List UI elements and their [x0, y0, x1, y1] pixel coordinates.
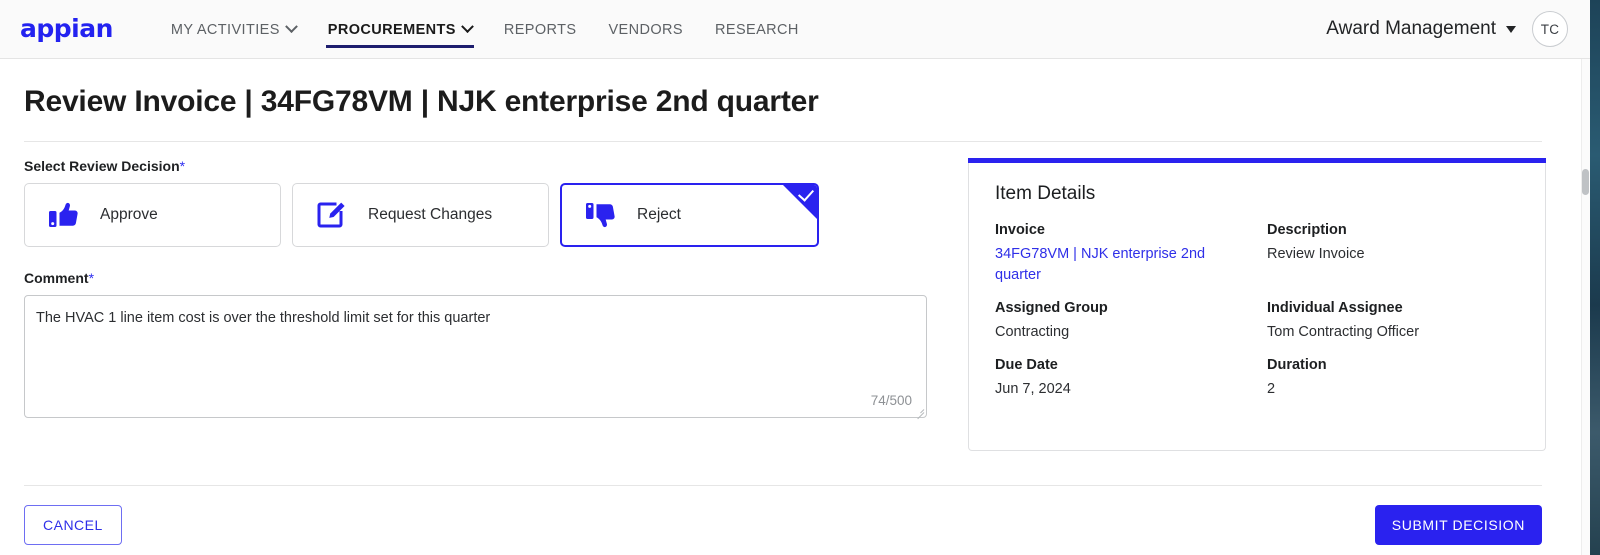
page-content: Review Invoice | 34FG78VM | NJK enterpri…	[0, 85, 1590, 545]
chevron-down-icon	[284, 20, 298, 34]
detail-value: 2	[1267, 381, 1276, 398]
details-column: Item Details Invoice 34FG78VM | NJK ente…	[968, 158, 1546, 451]
footer-divider	[24, 485, 1542, 486]
detail-label: Description	[1267, 222, 1347, 238]
edit-square-icon	[317, 202, 345, 228]
item-details-panel: Item Details Invoice 34FG78VM | NJK ente…	[968, 163, 1546, 451]
nav-item-label: PROCUREMENTS	[327, 21, 456, 38]
detail-label: Duration	[1267, 357, 1327, 374]
decision-card-reject[interactable]: Reject	[560, 183, 819, 247]
cancel-button[interactable]: CANCEL	[24, 505, 122, 545]
comment-label-text: Comment	[24, 270, 89, 286]
vertical-scrollbar-thumb[interactable]	[1582, 169, 1589, 195]
decision-card-label: Request Changes	[368, 206, 493, 223]
nav-item-label: VENDORS	[608, 21, 683, 38]
nav-item-label: REPORTS	[503, 21, 577, 38]
site-selector[interactable]: Award Management	[1326, 18, 1516, 40]
detail-value: Review Invoice	[1267, 246, 1365, 262]
decision-card-request-changes[interactable]: Request Changes	[292, 183, 549, 247]
comment-textarea[interactable]: The HVAC 1 line item cost is over the th…	[24, 295, 927, 420]
nav-right-group: Award Management TC	[1326, 11, 1568, 47]
detail-value: Contracting	[995, 324, 1070, 341]
chevron-down-icon	[460, 20, 474, 34]
page-title: Review Invoice | 34FG78VM | NJK enterpri…	[24, 85, 819, 118]
decision-card-approve[interactable]: Approve	[24, 183, 281, 247]
submit-decision-button[interactable]: SUBMIT DECISION	[1374, 505, 1542, 545]
detail-label: Assigned Group	[995, 300, 1108, 317]
detail-field-invoice: Invoice 34FG78VM | NJK enterprise 2nd qu…	[995, 222, 1267, 300]
caret-down-icon	[1506, 25, 1516, 33]
detail-field-duration: Duration 2	[1267, 357, 1519, 414]
nav-item-label: MY ACTIVITIES	[170, 21, 280, 38]
content-columns: Select Review Decision* Approve Request …	[24, 158, 1566, 451]
detail-field-description: Description Review Invoice	[1267, 222, 1519, 300]
footer-actions: CANCEL SUBMIT DECISION	[24, 505, 1542, 545]
title-divider	[24, 141, 1542, 142]
decision-field-label: Select Review Decision*	[24, 158, 949, 174]
screen: appian MY ACTIVITIES PROCUREMENTS REPORT…	[0, 0, 1600, 555]
thumbs-down-icon	[586, 203, 615, 228]
detail-label: Individual Assignee	[1267, 300, 1403, 317]
detail-field-individual-assignee: Individual Assignee Tom Contracting Offi…	[1267, 300, 1519, 357]
decision-card-group: Approve Request Changes Reject	[24, 183, 949, 247]
detail-label: Due Date	[995, 357, 1058, 374]
avatar[interactable]: TC	[1532, 11, 1568, 47]
nav-item-research[interactable]: RESEARCH	[699, 3, 815, 56]
vertical-scrollbar-track[interactable]	[1581, 59, 1590, 555]
comment-field-group: Comment* The HVAC 1 line item cost is ov…	[24, 270, 949, 420]
item-details-title: Item Details	[995, 183, 1096, 204]
nav-item-vendors[interactable]: VENDORS	[592, 3, 699, 56]
required-asterisk: *	[88, 270, 95, 286]
form-column: Select Review Decision* Approve Request …	[24, 158, 949, 451]
detail-field-assigned-group: Assigned Group Contracting	[995, 300, 1267, 357]
decision-label-text: Select Review Decision	[24, 158, 180, 174]
resize-handle[interactable]	[913, 404, 925, 420]
detail-value-link[interactable]: 34FG78VM | NJK enterprise 2nd quarter	[995, 244, 1227, 286]
required-asterisk: *	[179, 158, 186, 174]
decision-card-label: Approve	[100, 206, 158, 223]
detail-value: Tom Contracting Officer	[1267, 324, 1420, 341]
item-details-grid: Invoice 34FG78VM | NJK enterprise 2nd qu…	[995, 222, 1519, 414]
comment-textarea-value: The HVAC 1 line item cost is over the th…	[36, 310, 491, 326]
comment-field-label: Comment*	[24, 270, 949, 286]
decision-card-label: Reject	[637, 206, 681, 223]
nav-item-my-activities[interactable]: MY ACTIVITIES	[155, 3, 312, 56]
appian-logo[interactable]: appian	[20, 16, 113, 41]
detail-label: Invoice	[995, 222, 1045, 238]
thumbs-up-icon	[49, 202, 78, 227]
detail-field-due-date: Due Date Jun 7, 2024	[995, 357, 1267, 414]
character-counter: 74/500	[870, 393, 912, 408]
nav-item-reports[interactable]: REPORTS	[488, 3, 593, 56]
detail-value: Jun 7, 2024	[995, 381, 1071, 398]
primary-nav: MY ACTIVITIES PROCUREMENTS REPORTS VENDO…	[155, 3, 815, 56]
site-selector-label: Award Management	[1326, 18, 1496, 39]
top-navigation-bar: appian MY ACTIVITIES PROCUREMENTS REPORT…	[0, 0, 1590, 59]
nav-item-label: RESEARCH	[715, 21, 799, 38]
browser-viewport: appian MY ACTIVITIES PROCUREMENTS REPORT…	[0, 0, 1590, 555]
nav-item-procurements[interactable]: PROCUREMENTS	[312, 3, 488, 56]
